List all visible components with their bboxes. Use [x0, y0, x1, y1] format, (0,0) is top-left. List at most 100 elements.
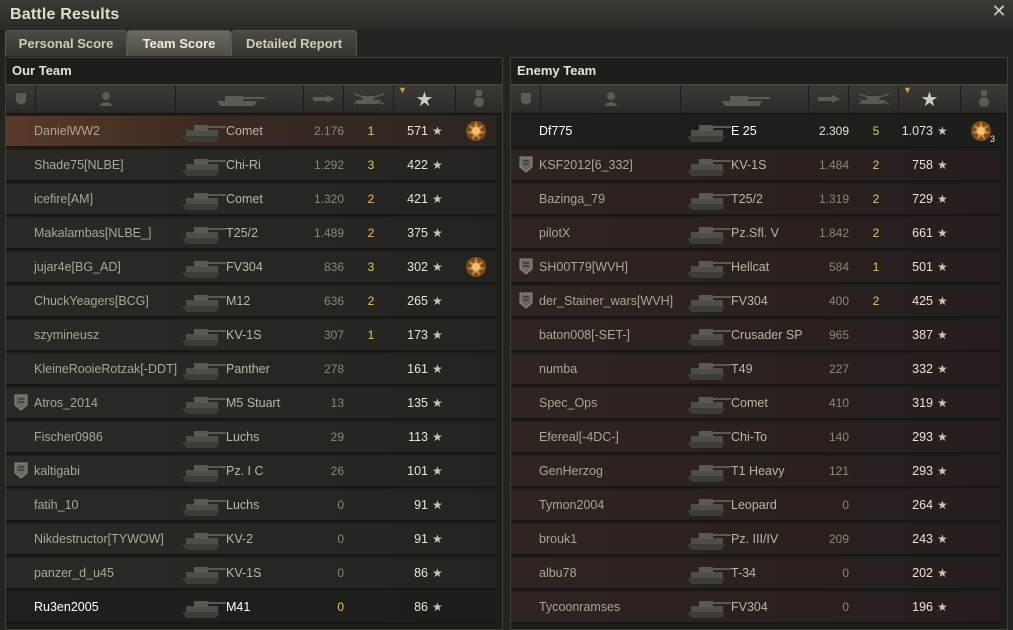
close-icon[interactable]: ✕ — [990, 3, 1008, 21]
xp-value: 86 — [414, 566, 428, 580]
tab-personal-score[interactable]: Personal Score — [5, 30, 127, 56]
player-row[interactable]: KSF2012[6_332] KV-1S 1.484 2 758 ★ — [511, 150, 1001, 182]
damage-value: 278 — [323, 362, 344, 376]
player-row[interactable]: Df775 E 25 2.309 5 1.073 ★ 3 — [511, 116, 1001, 148]
player-row[interactable]: szymineusz KV-1S 307 1 173 ★ — [6, 320, 496, 352]
xp-star-icon: ★ — [432, 158, 443, 172]
damage-icon[interactable] — [809, 85, 849, 113]
player-row[interactable]: kaltigabi Pz. I C 26 101 ★ — [6, 456, 496, 488]
tank-silhouette-icon — [683, 118, 735, 144]
tank-silhouette-icon — [178, 288, 230, 314]
tank-name: Pz.Sfl. V — [731, 226, 779, 240]
player-row[interactable]: Atros_2014 M5 Stuart 13 135 ★ — [6, 388, 496, 420]
player-row[interactable]: panzer_d_u45 KV-1S 0 86 ★ — [6, 558, 496, 590]
player-row[interactable]: Spec_Ops Comet 410 319 ★ — [511, 388, 1001, 420]
player-row[interactable]: Tymon2004 Leopard 0 264 ★ — [511, 490, 1001, 522]
player-row[interactable]: albu78 T-34 0 202 ★ — [511, 558, 1001, 590]
tank-silhouette-icon — [683, 254, 735, 280]
tank-name: Pz. III/IV — [731, 532, 779, 546]
player-name: jujar4e[BG_AD] — [34, 260, 121, 274]
damage-value: 140 — [828, 430, 849, 444]
tab-team-score[interactable]: Team Score — [127, 30, 231, 56]
tank-silhouette-icon — [178, 594, 230, 620]
player-row[interactable]: SH00T79[WVH] Hellcat 584 1 501 ★ — [511, 252, 1001, 284]
xp-star-icon[interactable]: ★ ▼ — [899, 85, 961, 113]
tank-name: Comet — [226, 124, 263, 138]
xp-value: 319 — [912, 396, 933, 410]
rank-badge-icon[interactable] — [6, 85, 36, 113]
damage-value: 965 — [828, 328, 849, 342]
tank-silhouette-icon — [178, 118, 230, 144]
player-row[interactable]: Nikdestructor[TYWOW] KV-2 0 91 ★ — [6, 524, 496, 556]
tank-silhouette-icon — [683, 594, 735, 620]
rank-badge-icon[interactable] — [511, 85, 541, 113]
medal-count: 3 — [989, 134, 995, 144]
player-row[interactable]: pilotX Pz.Sfl. V 1.842 2 661 ★ — [511, 218, 1001, 250]
medal-icon[interactable] — [456, 85, 502, 113]
player-row[interactable]: KleineRooieRotzak[-DDT] Panther 278 161 ★ — [6, 354, 496, 386]
kills-value: 2 — [872, 294, 880, 308]
tank-name: FV304 — [731, 600, 768, 614]
tank-silhouette-icon — [683, 458, 735, 484]
player-row[interactable]: fatih_10 Luchs 0 91 ★ — [6, 490, 496, 522]
player-row[interactable]: numba T49 227 332 ★ — [511, 354, 1001, 386]
our-team-title: Our Team — [12, 63, 72, 78]
tank-silhouette-icon — [178, 560, 230, 586]
player-row[interactable]: Tycoonramses FV304 0 196 ★ — [511, 592, 1001, 624]
kills-value: 2 — [872, 226, 880, 240]
xp-value: 161 — [407, 362, 428, 376]
player-row[interactable]: Bazinga_79 T25/2 1.319 2 729 ★ — [511, 184, 1001, 216]
xp-value: 729 — [912, 192, 933, 206]
xp-star-icon[interactable]: ★ ▼ — [394, 85, 456, 113]
tank-name: E 25 — [731, 124, 757, 138]
player-name: icefire[AM] — [34, 192, 94, 206]
player-row[interactable]: Makalambas[NLBE_] T25/2 1.489 2 375 ★ — [6, 218, 496, 250]
player-name: Makalambas[NLBE_] — [34, 226, 152, 240]
damage-icon[interactable] — [304, 85, 344, 113]
xp-value: 501 — [912, 260, 933, 274]
medal-icon[interactable] — [961, 85, 1007, 113]
player-row[interactable]: GenHerzog T1 Heavy 121 293 ★ — [511, 456, 1001, 488]
player-row[interactable]: Fischer0986 Luchs 29 113 ★ — [6, 422, 496, 454]
achievement-medal-icon[interactable] — [464, 119, 488, 143]
player-row[interactable]: jujar4e[BG_AD] FV304 836 3 302 ★ — [6, 252, 496, 284]
damage-value: 0 — [842, 498, 849, 512]
kills-icon[interactable] — [849, 85, 899, 113]
xp-value: 243 — [912, 532, 933, 546]
damage-value: 13 — [330, 396, 344, 410]
player-name: Atros_2014 — [34, 396, 98, 410]
tank-icon[interactable] — [681, 85, 809, 113]
xp-star-icon: ★ — [937, 498, 948, 512]
player-row[interactable]: baton008[-SET-] Crusader SP 965 387 ★ — [511, 320, 1001, 352]
player-icon[interactable] — [36, 85, 176, 113]
title-bar: Battle Results ✕ — [0, 0, 1013, 30]
tank-silhouette-icon — [178, 152, 230, 178]
kills-value: 2 — [367, 192, 375, 206]
player-row[interactable]: Ru3en2005 M41 0 86 ★ — [6, 592, 496, 624]
player-row[interactable]: ChuckYeagers[BCG] M12 636 2 265 ★ — [6, 286, 496, 318]
tank-name: Luchs — [226, 498, 260, 512]
xp-value: 113 — [408, 430, 428, 444]
kills-icon[interactable] — [344, 85, 394, 113]
xp-star-icon: ★ — [937, 430, 948, 444]
player-icon[interactable] — [541, 85, 681, 113]
xp-value: 1.073 — [901, 124, 933, 138]
achievement-medal-icon[interactable] — [464, 255, 488, 279]
achievement-medal-icon[interactable]: 3 — [969, 119, 995, 144]
damage-value: 400 — [828, 294, 849, 308]
player-row[interactable]: Efereal[-4DC-] Chi-To 140 293 ★ — [511, 422, 1001, 454]
tank-icon[interactable] — [176, 85, 304, 113]
xp-star-icon: ★ — [432, 294, 443, 308]
sort-indicator-icon: ▼ — [903, 85, 912, 95]
player-row[interactable]: Shade75[NLBE] Chi-Ri 1.292 3 422 ★ — [6, 150, 496, 182]
player-row[interactable]: brouk1 Pz. III/IV 209 243 ★ — [511, 524, 1001, 556]
xp-value: 293 — [912, 464, 933, 478]
tank-name: M5 Stuart — [226, 396, 281, 410]
tank-name: M41 — [226, 600, 251, 614]
player-row[interactable]: der_Stainer_wars[WVH] FV304 400 2 425 ★ — [511, 286, 1001, 318]
player-row[interactable]: DanielWW2 Comet 2.176 1 571 ★ — [6, 116, 496, 148]
xp-star-icon: ★ — [432, 430, 443, 444]
tab-detailed-report[interactable]: Detailed Report — [231, 30, 357, 56]
xp-star-icon: ★ — [937, 260, 948, 274]
player-row[interactable]: icefire[AM] Comet 1.320 2 421 ★ — [6, 184, 496, 216]
